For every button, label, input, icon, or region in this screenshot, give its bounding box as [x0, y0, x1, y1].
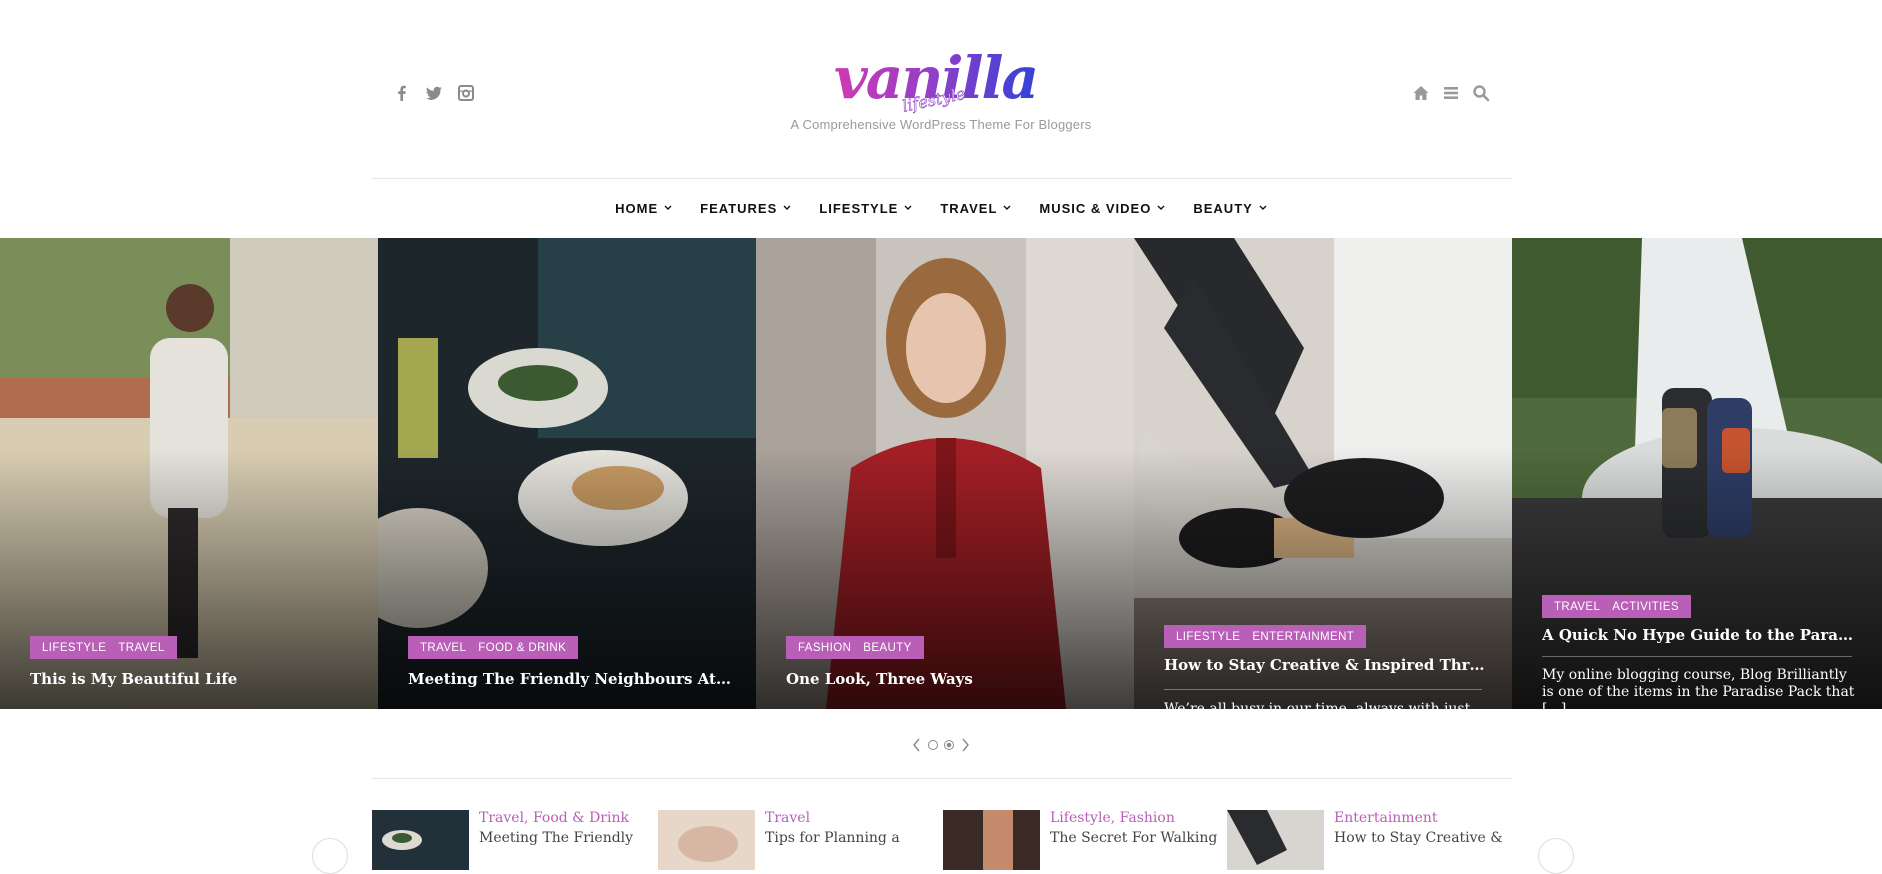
chevron-right-icon[interactable]	[960, 738, 970, 752]
nav-item-music-video[interactable]: MUSIC & VIDEO	[1039, 195, 1165, 221]
home-icon[interactable]	[1412, 84, 1430, 102]
category-tag[interactable]: FASHION	[792, 642, 857, 654]
related-category[interactable]: Travel, Food & Drink	[479, 810, 633, 826]
related-category[interactable]: Entertainment	[1334, 810, 1503, 826]
slide-title[interactable]: A Quick No Hype Guide to the Paradise Pa…	[1542, 626, 1858, 644]
menu-icon[interactable]	[1442, 84, 1460, 102]
nav-item-lifestyle[interactable]: LIFESTYLE	[819, 195, 912, 221]
related-posts: Travel, Food & Drink Meeting The Friendl…	[372, 810, 1512, 870]
related-title[interactable]: Meeting The Friendly	[479, 830, 633, 846]
slide-divider	[1164, 689, 1482, 690]
slider-dot-active[interactable]	[944, 740, 954, 750]
related-title[interactable]: The Secret For Walking	[1050, 830, 1217, 846]
related-text: Entertainment How to Stay Creative &	[1334, 810, 1503, 849]
slide-categories: FASHION BEAUTY	[786, 636, 924, 659]
category-tag[interactable]: LIFESTYLE	[36, 642, 112, 654]
chevron-down-icon	[783, 205, 791, 210]
nav-item-label: BEAUTY	[1193, 200, 1253, 216]
category-tag[interactable]: TRAVEL	[414, 642, 472, 654]
slide-card[interactable]: TRAVEL ACTIVITIES A Quick No Hype Guide …	[1512, 238, 1882, 709]
slide-card[interactable]: LIFESTYLE TRAVEL This is My Beautiful Li…	[0, 238, 378, 709]
instagram-icon[interactable]	[457, 84, 475, 102]
nav-item-label: TRAVEL	[940, 200, 998, 216]
slide-excerpt: We’re all busy in our time, always with …	[1164, 701, 1484, 709]
slide-title[interactable]: How to Stay Creative & Inspired Through.…	[1164, 656, 1488, 674]
related-text: Travel Tips for Planning a	[765, 810, 900, 849]
slide-divider	[1542, 656, 1852, 657]
slide-title[interactable]: This is My Beautiful Life	[30, 670, 354, 688]
category-tag[interactable]: BEAUTY	[857, 642, 917, 654]
slide-card[interactable]: FASHION BEAUTY One Look, Three Ways	[756, 238, 1134, 709]
chevron-down-icon	[664, 205, 672, 210]
category-tag[interactable]: ENTERTAINMENT	[1246, 631, 1360, 643]
category-tag[interactable]: TRAVEL	[1548, 601, 1606, 613]
related-title[interactable]: Tips for Planning a	[765, 830, 900, 846]
main-nav: HOME FEATURES LIFESTYLE TRAVEL MUSIC & V…	[0, 195, 1882, 221]
related-thumbnail	[1227, 810, 1324, 870]
facebook-icon[interactable]	[393, 84, 411, 102]
chevron-left-icon[interactable]	[912, 738, 922, 752]
chevron-down-icon	[904, 205, 912, 210]
header-divider	[372, 178, 1512, 179]
featured-slider: LIFESTYLE TRAVEL This is My Beautiful Li…	[0, 238, 1882, 709]
slide-categories: LIFESTYLE ENTERTAINMENT	[1164, 625, 1367, 648]
slide-card[interactable]: LIFESTYLE ENTERTAINMENT How to Stay Crea…	[1134, 238, 1512, 709]
chevron-down-icon	[1259, 205, 1267, 210]
header-tools	[1412, 84, 1490, 102]
category-tag[interactable]: ACTIVITIES	[1606, 601, 1685, 613]
related-thumbnail	[372, 810, 469, 870]
slide-categories: TRAVEL FOOD & DRINK	[408, 636, 579, 659]
category-tag[interactable]: FOOD & DRINK	[472, 642, 572, 654]
category-tag[interactable]: TRAVEL	[112, 642, 170, 654]
chevron-down-icon	[1157, 205, 1165, 210]
nav-item-features[interactable]: FEATURES	[700, 195, 791, 221]
social-links	[393, 84, 475, 102]
related-category[interactable]: Travel	[765, 810, 900, 826]
nav-item-label: HOME	[615, 200, 659, 216]
related-text: Lifestyle, Fashion The Secret For Walkin…	[1050, 810, 1217, 849]
site-tagline: A Comprehensive WordPress Theme For Blog…	[790, 117, 1092, 132]
slide-title[interactable]: One Look, Three Ways	[786, 670, 1110, 688]
related-category[interactable]: Lifestyle, Fashion	[1050, 810, 1217, 826]
twitter-icon[interactable]	[425, 84, 443, 102]
chevron-down-icon	[1003, 205, 1011, 210]
slide-categories: LIFESTYLE TRAVEL	[30, 636, 177, 659]
slide-title[interactable]: Meeting The Friendly Neighbours At Our..…	[408, 670, 732, 688]
slider-pagination	[0, 738, 1882, 752]
related-item[interactable]: Lifestyle, Fashion The Secret For Walkin…	[943, 810, 1217, 870]
related-title[interactable]: How to Stay Creative &	[1334, 830, 1503, 846]
section-divider	[372, 778, 1512, 779]
site-header: vanilla lifestyle A Comprehensive WordPr…	[0, 0, 1882, 178]
nav-item-travel[interactable]: TRAVEL	[940, 195, 1011, 221]
related-text: Travel, Food & Drink Meeting The Friendl…	[479, 810, 633, 849]
category-tag[interactable]: LIFESTYLE	[1170, 631, 1246, 643]
slide-categories: TRAVEL ACTIVITIES	[1542, 595, 1691, 618]
nav-item-label: MUSIC & VIDEO	[1039, 200, 1152, 216]
carousel-next-button[interactable]	[1538, 838, 1574, 874]
related-item[interactable]: Travel Tips for Planning a	[658, 810, 928, 870]
nav-item-beauty[interactable]: BEAUTY	[1193, 195, 1267, 221]
nav-item-label: LIFESTYLE	[819, 200, 899, 216]
related-thumbnail	[943, 810, 1040, 870]
nav-item-home[interactable]: HOME	[615, 195, 672, 221]
carousel-prev-button[interactable]	[312, 838, 348, 874]
related-item[interactable]: Entertainment How to Stay Creative &	[1227, 810, 1503, 870]
related-thumbnail	[658, 810, 755, 870]
slider-dot[interactable]	[928, 740, 938, 750]
slide-card[interactable]: TRAVEL FOOD & DRINK Meeting The Friendly…	[378, 238, 756, 709]
slide-excerpt: My online blogging course, Blog Brillian…	[1542, 667, 1855, 709]
site-logo[interactable]: vanilla lifestyle	[830, 36, 1058, 116]
search-icon[interactable]	[1472, 84, 1490, 102]
nav-item-label: FEATURES	[700, 200, 778, 216]
related-item[interactable]: Travel, Food & Drink Meeting The Friendl…	[372, 810, 642, 870]
